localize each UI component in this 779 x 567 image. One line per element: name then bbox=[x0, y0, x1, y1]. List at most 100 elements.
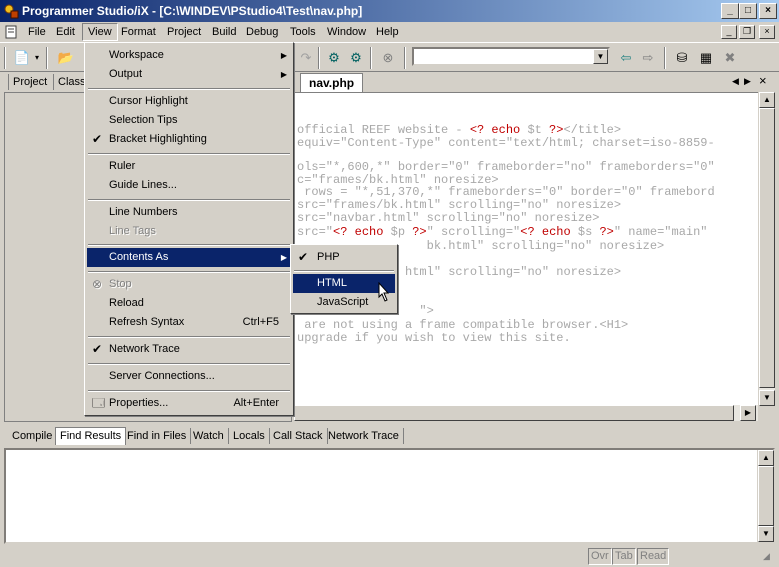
menu-debug[interactable]: Debug bbox=[241, 24, 283, 40]
scroll-right-icon[interactable]: ▶ bbox=[740, 405, 756, 421]
menu-workspace[interactable]: Workspace ▶ bbox=[87, 46, 291, 65]
checkmark-icon: ✔ bbox=[92, 132, 103, 146]
tab-close-icon[interactable]: × bbox=[759, 73, 767, 88]
menu-bar: File Edit View Format Project Build Debu… bbox=[0, 22, 779, 42]
deploy-icon[interactable]: ⛁ bbox=[672, 48, 692, 68]
menu-reload[interactable]: Reload bbox=[87, 294, 291, 313]
title-bar: Programmer Studio/iX - [C:\WINDEV\PStudi… bbox=[0, 0, 779, 22]
properties-icon: 🗔 bbox=[92, 396, 106, 410]
close-icon[interactable]: × bbox=[759, 3, 777, 19]
output-panel[interactable] bbox=[4, 448, 775, 544]
menu-line-numbers[interactable]: Line Numbers bbox=[87, 203, 291, 222]
code-line: src="frames/bk.html" scrolling="no" nore… bbox=[297, 198, 622, 212]
menu-window[interactable]: Window bbox=[322, 24, 371, 40]
mdi-minimize-icon[interactable]: _ bbox=[721, 25, 737, 39]
code-line: ols="*,600,*" border="0" frameborder="no… bbox=[297, 160, 715, 174]
minimize-icon[interactable]: _ bbox=[721, 3, 739, 19]
tab-find-in-files[interactable]: Find in Files bbox=[123, 428, 192, 444]
menu-project[interactable]: Project bbox=[162, 24, 206, 40]
scroll-up-icon[interactable]: ▲ bbox=[759, 92, 775, 108]
menu-separator bbox=[88, 199, 290, 201]
menu-cursor-highlight[interactable]: Cursor Highlight bbox=[87, 92, 291, 111]
menu-selection-tips[interactable]: Selection Tips bbox=[87, 111, 291, 130]
back-arrow-icon[interactable]: ⇦ bbox=[616, 48, 636, 68]
code-line: rows = "*,51,370,*" frameborders="0" bor… bbox=[297, 185, 715, 199]
tab-scroll-left-icon[interactable]: ◀ bbox=[732, 76, 739, 87]
mdi-restore-icon[interactable]: ❐ bbox=[739, 25, 755, 39]
menu-edit[interactable]: Edit bbox=[51, 24, 80, 40]
menu-bracket-highlighting[interactable]: ✔ Bracket Highlighting bbox=[87, 130, 291, 149]
disconnect-icon[interactable]: ⚙ bbox=[346, 48, 366, 68]
combo-dropdown-icon[interactable]: ▼ bbox=[593, 49, 608, 64]
view-menu: Workspace ▶ Output ▶ Cursor Highlight Sele… bbox=[84, 42, 294, 416]
editor-vertical-scrollbar[interactable]: ▲ ▼ bbox=[758, 92, 775, 406]
menu-guide-lines[interactable]: Guide Lines... bbox=[87, 176, 291, 195]
document-tab[interactable]: nav.php bbox=[300, 73, 364, 93]
stop-icon[interactable]: ⊗ bbox=[378, 48, 398, 68]
menu-output[interactable]: Output ▶ bbox=[87, 65, 291, 84]
forward-arrow-icon[interactable]: ⇨ bbox=[638, 48, 658, 68]
menu-properties[interactable]: 🗔 Properties... Alt+Enter bbox=[87, 394, 291, 413]
menu-tools[interactable]: Tools bbox=[285, 24, 321, 40]
dropdown-arrow-icon[interactable]: ▾ bbox=[32, 48, 42, 68]
code-line: src="<? echo $p ?>" scrolling="<? echo $… bbox=[297, 225, 708, 239]
output-scroll-thumb[interactable] bbox=[758, 466, 774, 526]
menu-view[interactable]: View bbox=[82, 23, 118, 41]
submenu-arrow-icon: ▶ bbox=[280, 51, 287, 60]
tab-call-stack[interactable]: Call Stack bbox=[269, 428, 328, 444]
new-file-icon[interactable]: 📄 bbox=[12, 48, 32, 68]
menu-separator bbox=[88, 153, 290, 155]
code-line: upgrade if you wish to view this site. bbox=[297, 331, 571, 345]
toolbar-separator bbox=[318, 47, 320, 69]
menu-line-tags: Line Tags bbox=[109, 225, 156, 237]
menu-server-connections[interactable]: Server Connections... bbox=[87, 367, 291, 386]
contents-as-submenu: ✔ PHP HTML JavaScript bbox=[290, 244, 398, 314]
menu-ruler[interactable]: Ruler bbox=[87, 157, 291, 176]
menu-separator bbox=[88, 88, 290, 90]
checkmark-icon: ✔ bbox=[298, 250, 309, 264]
tab-watch[interactable]: Watch bbox=[189, 428, 229, 444]
tab-compile[interactable]: Compile bbox=[8, 428, 58, 444]
menu-help[interactable]: Help bbox=[371, 24, 404, 40]
menu-file[interactable]: File bbox=[23, 24, 51, 40]
menu-contents-as[interactable]: Contents As ▶ bbox=[87, 248, 291, 267]
tab-locals[interactable]: Locals bbox=[229, 428, 270, 444]
tab-project[interactable]: Project bbox=[8, 74, 51, 90]
scroll-thumb[interactable] bbox=[759, 108, 775, 388]
menu-network-trace[interactable]: ✔ Network Trace bbox=[87, 340, 291, 359]
status-ovr: Ovr bbox=[588, 548, 612, 565]
menu-refresh-syntax[interactable]: Refresh Syntax Ctrl+F5 bbox=[87, 313, 291, 332]
address-combobox[interactable]: ▼ bbox=[412, 47, 610, 66]
menu-separator bbox=[88, 390, 290, 392]
submenu-arrow-icon: ▶ bbox=[280, 253, 287, 262]
hscroll-thumb[interactable] bbox=[294, 405, 734, 421]
code-line: src="navbar.html" scrolling="no" noresiz… bbox=[297, 211, 600, 225]
open-folder-icon[interactable]: 📂 bbox=[56, 48, 76, 68]
menu-build[interactable]: Build bbox=[207, 24, 241, 40]
resize-grip-icon[interactable]: ◢ bbox=[763, 551, 770, 562]
grid-icon[interactable]: ▦ bbox=[696, 48, 716, 68]
menu-separator bbox=[88, 271, 290, 273]
tab-find-results[interactable]: Find Results bbox=[55, 427, 127, 445]
submenu-php[interactable]: ✔ PHP bbox=[293, 248, 395, 267]
editor-horizontal-scrollbar[interactable]: ▶ bbox=[294, 405, 758, 421]
code-line: official REEF website - <? echo $t ?></t… bbox=[297, 123, 622, 137]
output-scroll-up-icon[interactable]: ▲ bbox=[758, 450, 774, 466]
connect-icon[interactable]: ⚙ bbox=[324, 48, 344, 68]
maximize-icon[interactable]: □ bbox=[739, 3, 757, 19]
stop-icon: ⊗ bbox=[92, 277, 103, 291]
tab-scroll-right-icon[interactable]: ▶ bbox=[744, 76, 751, 87]
window-title: Programmer Studio/iX - [C:\WINDEV\PStudi… bbox=[22, 4, 363, 18]
menu-separator bbox=[88, 363, 290, 365]
redo-icon[interactable]: ↷ bbox=[296, 48, 316, 68]
tab-network-trace[interactable]: Network Trace bbox=[324, 428, 404, 444]
app-icon bbox=[4, 4, 19, 19]
output-scroll-down-icon[interactable]: ▼ bbox=[758, 526, 774, 542]
output-vertical-scrollbar[interactable]: ▲ ▼ bbox=[757, 450, 774, 542]
mdi-close-icon[interactable]: × bbox=[759, 25, 775, 39]
menu-format[interactable]: Format bbox=[116, 24, 161, 40]
toolbar-separator bbox=[370, 47, 372, 69]
delete-icon[interactable]: ✖ bbox=[720, 48, 740, 68]
scroll-down-icon[interactable]: ▼ bbox=[759, 390, 775, 406]
status-tab: Tab bbox=[612, 548, 636, 565]
